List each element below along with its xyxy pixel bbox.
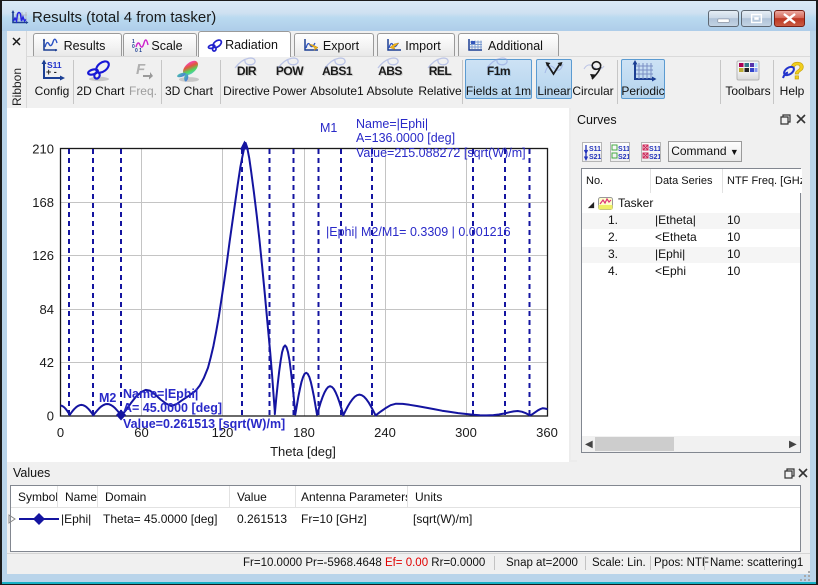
- svg-text:S21: S21: [649, 154, 660, 161]
- svg-text:S11: S11: [649, 146, 660, 153]
- svg-text:210: 210: [32, 142, 54, 157]
- svg-text:300: 300: [455, 425, 477, 440]
- svg-text:42: 42: [40, 355, 54, 370]
- svg-text:84: 84: [40, 302, 54, 317]
- svg-text:0: 0: [47, 409, 54, 424]
- svg-text:A= 45.0000 [deg]: A= 45.0000 [deg]: [123, 401, 222, 415]
- svg-text:Value=215.088272 [sqrt(W)/m]: Value=215.088272 [sqrt(W)/m]: [356, 146, 526, 160]
- svg-text:180: 180: [293, 425, 315, 440]
- svg-text:168: 168: [32, 195, 54, 210]
- svg-text:Name=|Ephi|: Name=|Ephi|: [123, 387, 198, 401]
- svg-text:+ -: + -: [46, 67, 57, 77]
- svg-text:S11: S11: [618, 146, 629, 153]
- svg-text:S21: S21: [618, 154, 629, 161]
- svg-text:A=136.0000 [deg]: A=136.0000 [deg]: [356, 131, 455, 145]
- svg-text:M1: M1: [320, 121, 337, 135]
- svg-text:360: 360: [536, 425, 558, 440]
- svg-text:240: 240: [374, 425, 396, 440]
- svg-text:S21: S21: [589, 154, 601, 161]
- svg-text:Theta [deg]: Theta [deg]: [270, 444, 336, 459]
- svg-text:|Ephi| M2/M1= 0.3309 | 0.0012: |Ephi| M2/M1= 0.3309 | 0.001216: [326, 225, 511, 239]
- svg-text:0: 0: [57, 425, 64, 440]
- svg-text:S11: S11: [589, 146, 601, 153]
- svg-text:?: ?: [790, 59, 805, 83]
- svg-text:Value=0.261513 [sqrt(W)/m]: Value=0.261513 [sqrt(W)/m]: [123, 417, 285, 431]
- svg-text:Name=|Ephi|: Name=|Ephi|: [356, 117, 428, 131]
- svg-text:M2: M2: [99, 391, 116, 405]
- svg-text:126: 126: [32, 248, 54, 263]
